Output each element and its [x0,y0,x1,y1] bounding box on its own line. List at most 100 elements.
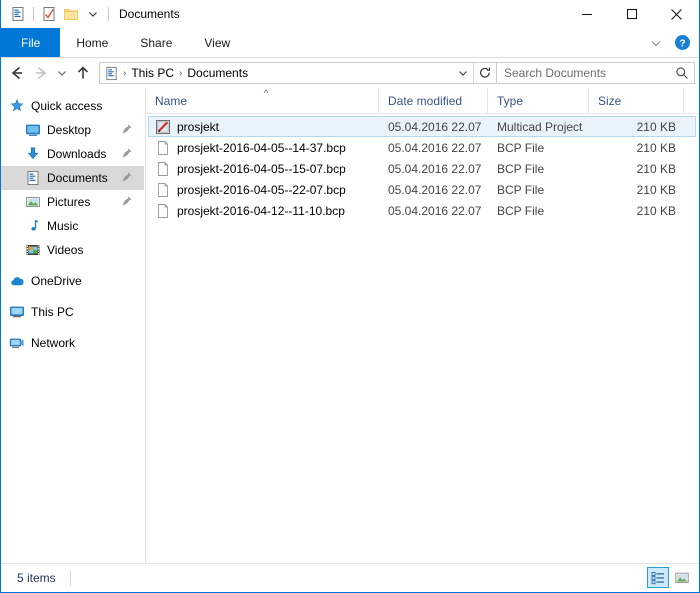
desktop-icon [25,122,41,138]
file-date-cell: 05.04.2016 22.07 [388,203,482,218]
sidebar-item-label: Quick access [31,99,103,113]
pictures-icon [25,194,41,210]
sidebar-item-downloads[interactable]: Downloads [1,142,144,166]
documents-icon [25,170,41,186]
column-header-name[interactable]: Name ^ [146,88,379,113]
sidebar-item-quick-access[interactable]: Quick access [1,94,144,118]
column-header-size[interactable]: Size [589,88,684,113]
tab-share[interactable]: Share [124,28,188,57]
pin-icon[interactable] [120,122,134,136]
file-rows: prosjekt 05.04.2016 22.07 Multicad Proje… [146,114,699,563]
sidebar-item-videos[interactable]: Videos [1,238,144,262]
file-type-cell: Multicad Project [497,119,583,134]
column-header-date-modified[interactable]: Date modified [379,88,488,113]
table-row[interactable]: prosjekt 05.04.2016 22.07 Multicad Proje… [148,116,696,137]
table-row[interactable]: prosjekt-2016-04-05--15-07.bcp 05.04.201… [148,158,696,179]
forward-button[interactable] [29,61,53,85]
this-pc-icon [9,304,25,320]
file-date-cell: 05.04.2016 22.07 [388,182,482,197]
ribbon-collapse-chevron-icon[interactable] [643,30,669,56]
sidebar-item-label: Desktop [47,123,92,137]
file-name-label: prosjekt-2016-04-12--11-10.bcp [177,203,345,218]
onedrive-icon [9,273,25,289]
file-explorer-window: Documents File Home Share View ? › This … [0,0,700,593]
sidebar-item-label: This PC [31,305,74,319]
file-name-cell: prosjekt-2016-04-05--14-37.bcp [149,140,380,156]
file-name-label: prosjekt-2016-04-05--22-07.bcp [177,182,346,197]
generic-file-icon [155,161,171,177]
close-button[interactable] [654,0,699,28]
file-type-cell: BCP File [497,161,545,176]
new-folder-check-icon[interactable] [39,4,59,24]
sidebar-item-music[interactable]: Music [1,214,144,238]
tab-home[interactable]: Home [60,28,124,57]
search-icon[interactable] [670,66,694,80]
recent-locations-chevron-icon[interactable] [53,61,71,85]
breadcrumb-item-documents[interactable]: Documents [183,66,252,80]
qat-separator-1 [33,7,34,21]
sidebar-item-documents[interactable]: Documents [1,166,144,190]
table-row[interactable]: prosjekt-2016-04-05--14-37.bcp 05.04.201… [148,137,696,158]
file-type-cell: BCP File [497,182,545,197]
sidebar-gap-1 [1,262,145,269]
file-name-label: prosjekt-2016-04-05--15-07.bcp [177,161,346,176]
sidebar-item-onedrive[interactable]: OneDrive [1,269,144,293]
up-button[interactable] [71,61,95,85]
window-title: Documents [119,7,180,21]
column-header-date-label: Date modified [388,93,463,108]
sidebar-item-this-pc[interactable]: This PC [1,300,144,324]
minimize-button[interactable] [564,0,609,28]
file-list-pane: Name ^ Date modified Type Size prosjekt … [146,88,699,563]
breadcrumb-dropdown-chevron-icon[interactable] [453,63,473,83]
file-type-cell: BCP File [497,140,545,155]
details-view-button[interactable] [647,567,669,588]
downloads-icon [25,146,41,162]
status-bar: 5 items [1,563,699,592]
network-icon [9,335,25,351]
sidebar-item-label: Videos [47,243,84,257]
sidebar-gap-2 [1,293,145,300]
help-icon[interactable]: ? [669,30,695,56]
generic-file-icon [155,203,171,219]
breadcrumb-bar[interactable]: › This PC › Documents [99,62,497,84]
pin-icon[interactable] [120,146,134,160]
file-date-cell: 05.04.2016 22.07 [388,140,482,155]
large-icons-view-button[interactable] [671,567,693,588]
file-size-cell: 210 KB [636,161,676,176]
table-row[interactable]: prosjekt-2016-04-05--22-07.bcp 05.04.201… [148,179,696,200]
back-button[interactable] [5,61,29,85]
sidebar-item-network[interactable]: Network [1,331,144,355]
generic-file-icon [155,140,171,156]
pin-icon[interactable] [120,194,134,208]
breadcrumb-item-this-pc[interactable]: This PC [127,66,178,80]
column-header-filler [684,88,699,113]
sidebar-item-desktop[interactable]: Desktop [1,118,144,142]
properties-icon[interactable] [8,4,28,24]
column-header-type[interactable]: Type [488,88,589,113]
quick-access-toolbar: Documents [1,0,180,28]
folder-icon[interactable] [61,4,81,24]
navigation-pane: Quick access Desktop Downloads Documents… [1,88,146,563]
sidebar-item-label: Downloads [47,147,107,161]
refresh-icon[interactable] [474,63,496,83]
file-date-cell: 05.04.2016 22.07 [388,119,482,134]
sidebar-item-pictures[interactable]: Pictures [1,190,144,214]
file-date-cell: 05.04.2016 22.07 [388,161,482,176]
search-input[interactable]: Search Documents [497,66,670,80]
column-header-size-label: Size [598,93,622,108]
table-row[interactable]: prosjekt-2016-04-12--11-10.bcp 05.04.201… [148,200,696,221]
chevron-down-icon[interactable] [83,4,103,24]
tab-file[interactable]: File [1,28,61,57]
column-headers: Name ^ Date modified Type Size [146,88,699,114]
search-box[interactable]: Search Documents [497,62,695,84]
tab-view[interactable]: View [188,28,246,57]
ribbon-tab-bar: File Home Share View ? [1,28,699,58]
file-size-cell: 210 KB [636,203,676,218]
pin-icon[interactable] [120,170,134,184]
maximize-button[interactable] [609,0,654,28]
multicad-project-icon [155,119,171,135]
sidebar-item-label: OneDrive [31,274,82,288]
sidebar-item-label: Network [31,336,76,350]
window-controls [564,0,699,28]
file-size-cell: 210 KB [636,182,676,197]
